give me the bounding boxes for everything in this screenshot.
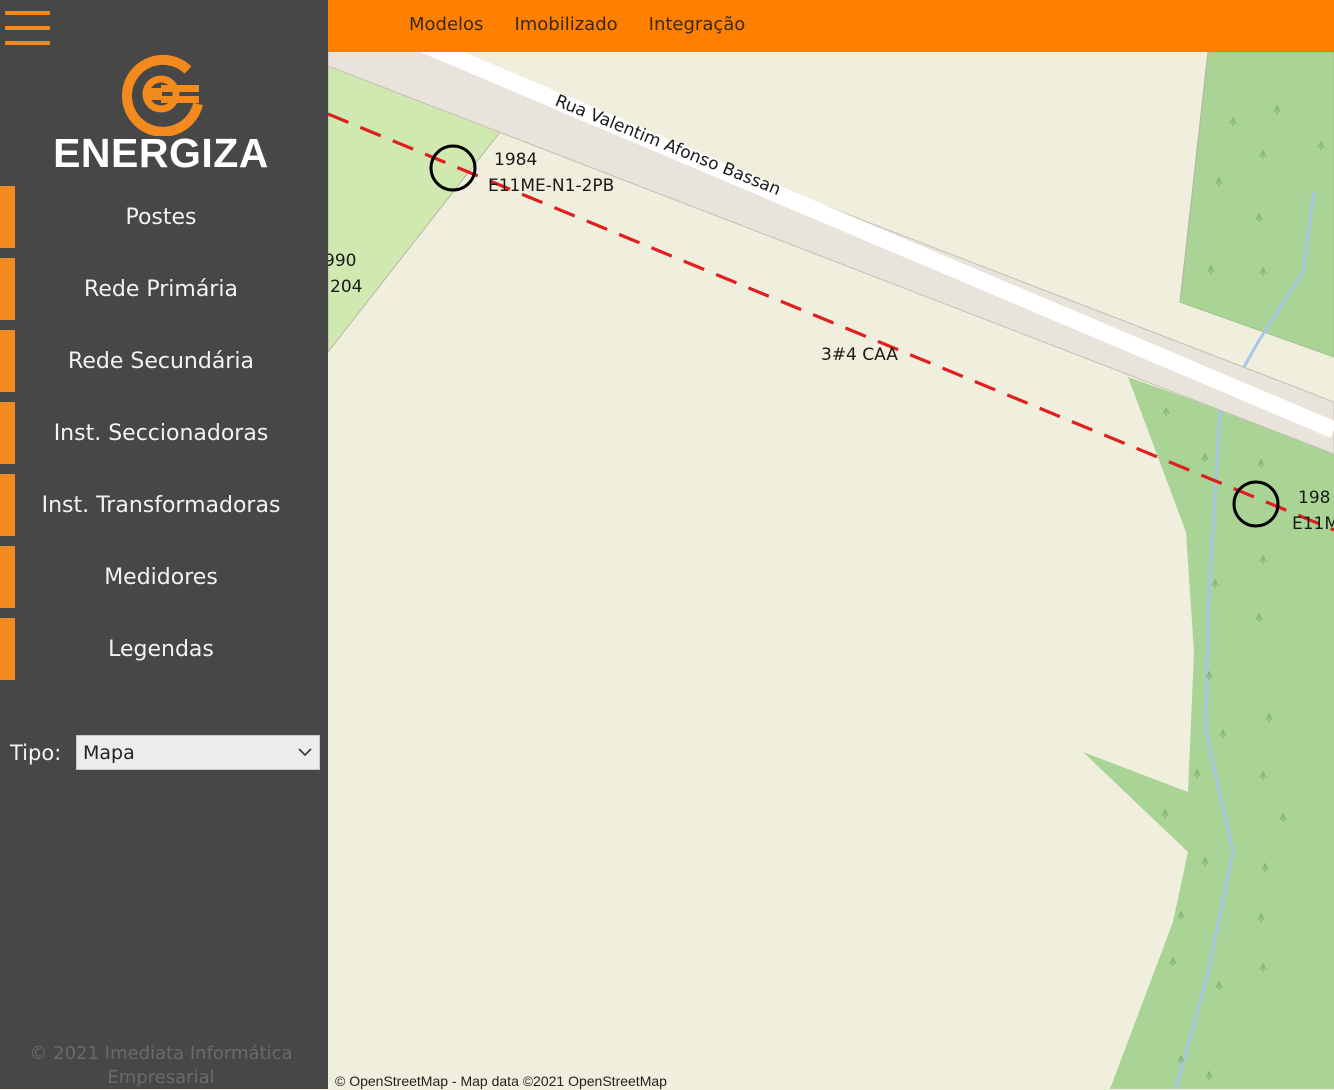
sidebar-item-label: Rede Primária (84, 276, 238, 302)
sidebar-item-rede-primaria[interactable]: Rede Primária (0, 258, 328, 320)
menu-accent-bar (0, 618, 15, 680)
chevron-down-icon (298, 748, 312, 757)
copyright-line-1: © 2021 Imediata Informática (29, 1043, 293, 1064)
copyright: © 2021 Imediata Informática Empresarial (0, 1042, 322, 1090)
sidebar-item-legendas[interactable]: Legendas (0, 618, 328, 680)
sidebar-item-label: Legendas (108, 636, 214, 662)
menu-accent-bar (0, 546, 15, 608)
tipo-row: Tipo: Mapa (10, 734, 320, 771)
menu-accent-bar (0, 474, 15, 536)
nav-modelos[interactable]: Modelos (409, 14, 483, 35)
sidebar-item-medidores[interactable]: Medidores (0, 546, 328, 608)
tipo-selected-value: Mapa (83, 742, 135, 764)
pole-number: 198 (1298, 488, 1330, 508)
sidebar-menu: Postes Rede Primária Rede Secundária Ins… (0, 186, 328, 690)
top-bar: Modelos Imobilizado Integração (328, 0, 1334, 52)
map-attribution: © OpenStreetMap - Map data ©2021 OpenStr… (335, 1073, 667, 1089)
top-nav: Modelos Imobilizado Integração (409, 14, 745, 35)
nav-imobilizado[interactable]: Imobilizado (514, 14, 617, 35)
menu-accent-bar (0, 330, 15, 392)
brand-name: ENERGIZA (53, 130, 269, 176)
sidebar-item-inst-seccionadoras[interactable]: Inst. Seccionadoras (0, 402, 328, 464)
map-view[interactable]: Rua Valentim Afonso Bassan 3#4 CAA 1984 … (328, 52, 1334, 1089)
tipo-select[interactable]: Mapa (76, 735, 320, 770)
sidebar-item-rede-secundaria[interactable]: Rede Secundária (0, 330, 328, 392)
logo: ENERGIZA (0, 48, 328, 178)
partial-label: 990 (328, 251, 356, 271)
sidebar-item-label: Rede Secundária (68, 348, 254, 374)
tipo-label: Tipo: (10, 740, 62, 765)
map-canvas[interactable]: Rua Valentim Afonso Bassan 3#4 CAA 1984 … (328, 52, 1334, 1089)
menu-accent-bar (0, 258, 15, 320)
sidebar-item-postes[interactable]: Postes (0, 186, 328, 248)
line-label: 3#4 CAA (821, 345, 898, 365)
sidebar: ENERGIZA Postes Rede Primária Rede Secun… (0, 0, 328, 1089)
sidebar-item-label: Postes (125, 204, 197, 230)
sidebar-item-label: Inst. Seccionadoras (53, 420, 269, 446)
copyright-line-2: Empresarial (107, 1067, 215, 1088)
hamburger-icon[interactable] (5, 9, 50, 47)
energy-plug-icon (121, 54, 203, 136)
menu-accent-bar (0, 402, 15, 464)
nav-integracao[interactable]: Integração (649, 14, 746, 35)
partial-label: 204 (330, 277, 362, 297)
sidebar-item-inst-transformadoras[interactable]: Inst. Transformadoras (0, 474, 328, 536)
menu-accent-bar (0, 186, 15, 248)
sidebar-item-label: Inst. Transformadoras (41, 492, 281, 518)
pole-code: E11ME-N1-2PB (488, 176, 614, 196)
sidebar-item-label: Medidores (104, 564, 218, 590)
pole-code: E11M (1292, 514, 1334, 534)
pole-number: 1984 (494, 150, 537, 170)
